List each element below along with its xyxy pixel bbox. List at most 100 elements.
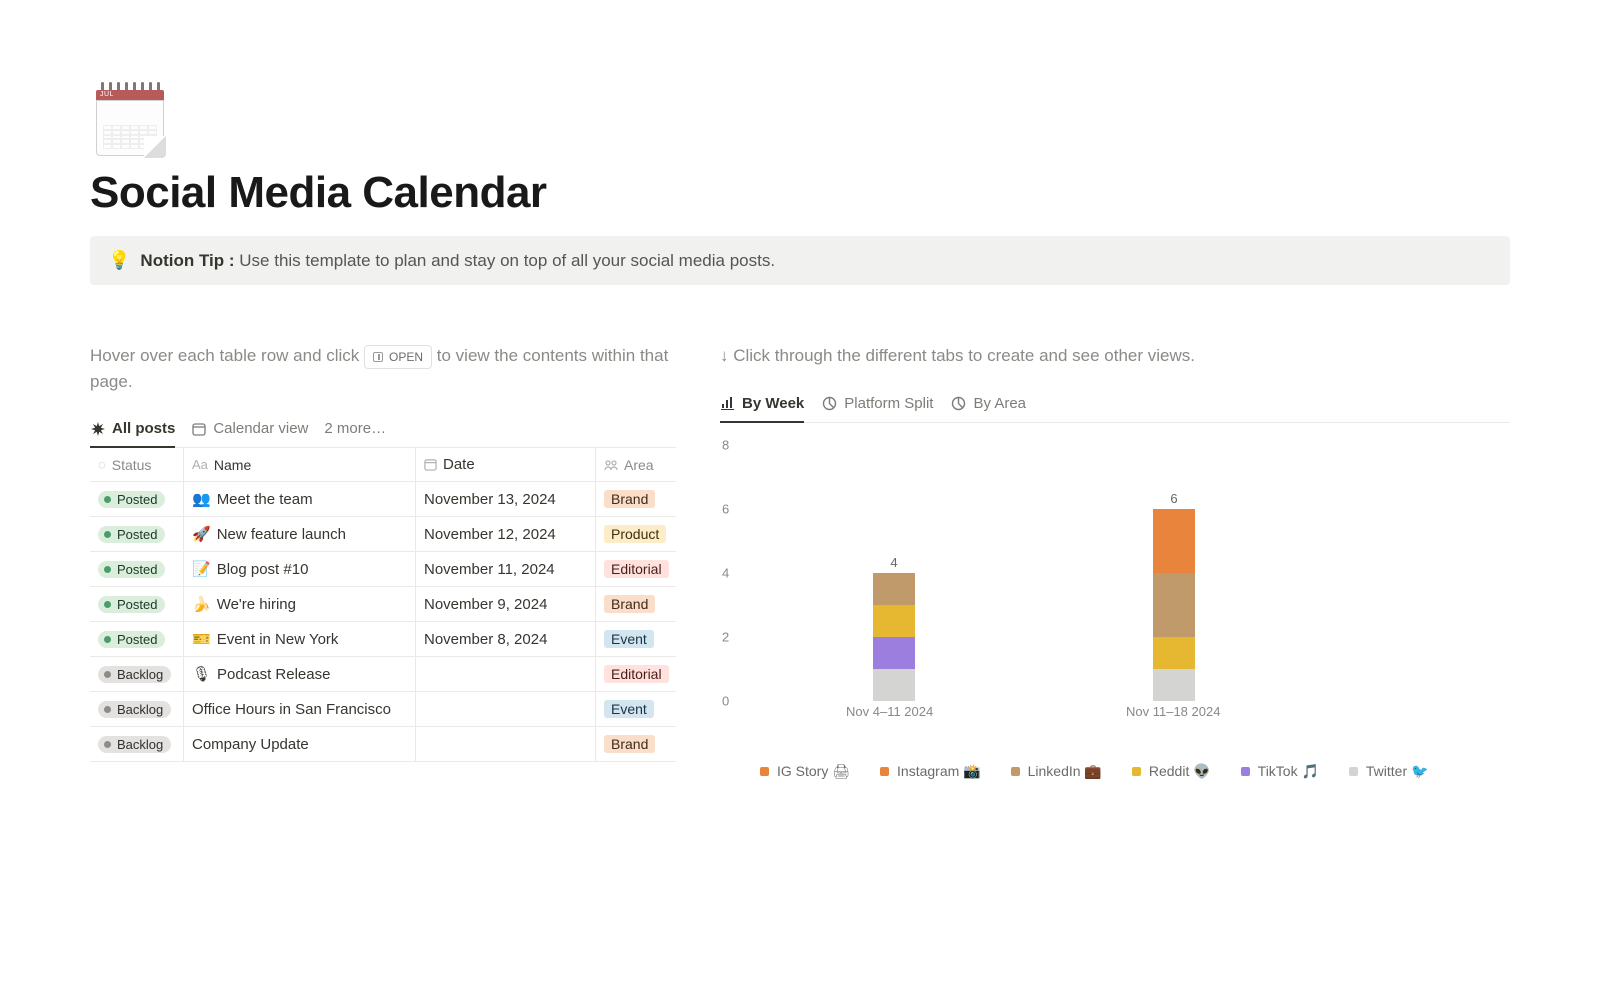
- left-view-tabs: All posts Calendar view 2 more…: [90, 414, 676, 448]
- tab-all-posts[interactable]: All posts: [90, 414, 175, 448]
- col-date[interactable]: Date: [416, 448, 596, 481]
- cell-name[interactable]: Office Hours in San Francisco: [184, 692, 416, 726]
- area-tag: Product: [604, 525, 666, 543]
- cell-date: November 13, 2024: [416, 482, 596, 516]
- bar-segment: [873, 573, 915, 605]
- row-emoji-icon: 🎙: [192, 665, 211, 683]
- legend-label: IG Story 🖨: [777, 763, 850, 780]
- bar-segment: [1153, 541, 1195, 573]
- cell-area: Event: [596, 622, 676, 656]
- row-emoji-icon: 🎫: [192, 630, 211, 648]
- cell-status: Posted: [90, 552, 184, 586]
- legend-item[interactable]: Reddit 👽: [1132, 763, 1211, 780]
- legend-swatch: [760, 767, 769, 776]
- bar-total-label: 6: [1153, 491, 1195, 506]
- tabs-more[interactable]: 2 more…: [324, 414, 386, 446]
- cell-status: Posted: [90, 587, 184, 621]
- tip-body: Use this template to plan and stay on to…: [239, 251, 775, 270]
- status-badge: Posted: [98, 631, 165, 648]
- area-tag: Brand: [604, 735, 655, 753]
- bar-segment: [1153, 509, 1195, 541]
- table-header: ◌ Status Aa Name Date: [90, 448, 676, 482]
- area-tag: Event: [604, 700, 654, 718]
- bulb-icon: 💡: [108, 250, 130, 271]
- table-row[interactable]: BacklogCompany UpdateBrand: [90, 727, 676, 762]
- cell-name[interactable]: 🎫Event in New York: [184, 622, 416, 656]
- cell-status: Posted: [90, 482, 184, 516]
- area-tag: Brand: [604, 490, 655, 508]
- cell-name[interactable]: 🍌We're hiring: [184, 587, 416, 621]
- area-tag: Editorial: [604, 560, 669, 578]
- bar-segment: [1153, 637, 1195, 669]
- tab-by-week[interactable]: By Week: [720, 389, 804, 423]
- row-title: Blog post #10: [217, 561, 309, 578]
- area-tag: Editorial: [604, 665, 669, 683]
- row-title: Office Hours in San Francisco: [192, 701, 391, 718]
- bar-segment: [873, 669, 915, 701]
- col-area[interactable]: Area: [596, 448, 676, 481]
- asterisk-icon: [90, 421, 106, 437]
- cell-date: [416, 727, 596, 761]
- y-tick: 2: [722, 629, 729, 644]
- cell-name[interactable]: 🎙 Podcast Release: [184, 657, 416, 691]
- cell-name[interactable]: 👥Meet the team: [184, 482, 416, 516]
- cell-area: Product: [596, 517, 676, 551]
- open-chip[interactable]: OPEN: [364, 345, 432, 369]
- open-icon: [373, 352, 383, 362]
- table-row[interactable]: Posted📝Blog post #10November 11, 2024Edi…: [90, 552, 676, 587]
- cell-area: Brand: [596, 482, 676, 516]
- cell-name[interactable]: Company Update: [184, 727, 416, 761]
- legend-item[interactable]: Instagram 📸: [880, 763, 981, 780]
- col-status[interactable]: ◌ Status: [90, 448, 184, 481]
- row-emoji-icon: 👥: [192, 490, 211, 508]
- tip-callout: 💡 Notion Tip : Use this template to plan…: [90, 236, 1510, 285]
- tab-platform-split[interactable]: Platform Split: [822, 389, 933, 422]
- cell-area: Brand: [596, 727, 676, 761]
- table-row[interactable]: Posted🍌We're hiringNovember 9, 2024Brand: [90, 587, 676, 622]
- x-tick: Nov 11–18 2024: [1126, 704, 1220, 719]
- name-header-icon: Aa: [192, 457, 208, 472]
- x-tick: Nov 4–11 2024: [846, 704, 933, 719]
- pie-chart-icon: [951, 396, 966, 411]
- bar-segment: [873, 637, 915, 669]
- cell-date: November 12, 2024: [416, 517, 596, 551]
- table-row[interactable]: Posted👥Meet the teamNovember 13, 2024 Bra…: [90, 482, 676, 517]
- legend-item[interactable]: IG Story 🖨: [760, 763, 850, 780]
- cell-date: November 9, 2024: [416, 587, 596, 621]
- col-name[interactable]: Aa Name: [184, 448, 416, 481]
- legend-label: Reddit 👽: [1149, 763, 1211, 780]
- y-tick: 4: [722, 565, 729, 580]
- cell-date: [416, 657, 596, 691]
- bar-chart-icon: [720, 396, 735, 411]
- legend-swatch: [1132, 767, 1141, 776]
- row-title: Podcast Release: [217, 666, 330, 683]
- tab-calendar-view[interactable]: Calendar view: [191, 414, 308, 446]
- table-row[interactable]: BacklogOffice Hours in San FranciscoEven…: [90, 692, 676, 727]
- cell-date: November 8, 2024: [416, 622, 596, 656]
- y-tick: 8: [722, 437, 729, 452]
- y-tick: 6: [722, 501, 729, 516]
- status-badge: Posted: [98, 526, 165, 543]
- cell-name[interactable]: 🚀New feature launch: [184, 517, 416, 551]
- cell-name[interactable]: 📝Blog post #10: [184, 552, 416, 586]
- bar-segment: [1153, 669, 1195, 701]
- cell-status: Posted: [90, 622, 184, 656]
- legend-item[interactable]: Twitter 🐦: [1349, 763, 1429, 780]
- cell-area: Editorial: [596, 552, 677, 586]
- tab-by-area[interactable]: By Area: [951, 389, 1026, 422]
- page-icon: JUL: [90, 80, 170, 160]
- row-title: We're hiring: [217, 596, 296, 613]
- area-tag: Event: [604, 630, 654, 648]
- legend-swatch: [1349, 767, 1358, 776]
- table-row[interactable]: Posted 🎫Event in New YorkNovember 8, 2024…: [90, 622, 676, 657]
- cell-area: Event: [596, 692, 676, 726]
- table-row[interactable]: Posted 🚀New feature launchNovember 12, 20…: [90, 517, 676, 552]
- tip-label: Notion Tip :: [140, 251, 234, 270]
- legend-item[interactable]: LinkedIn 💼: [1011, 763, 1102, 780]
- legend-swatch: [1011, 767, 1020, 776]
- date-header-icon: [424, 458, 437, 471]
- table-row[interactable]: Backlog 🎙 Podcast Release Editorial: [90, 657, 676, 692]
- legend-item[interactable]: TikTok 🎵: [1241, 763, 1319, 780]
- cell-status: Posted: [90, 517, 184, 551]
- cell-status: Backlog: [90, 657, 184, 691]
